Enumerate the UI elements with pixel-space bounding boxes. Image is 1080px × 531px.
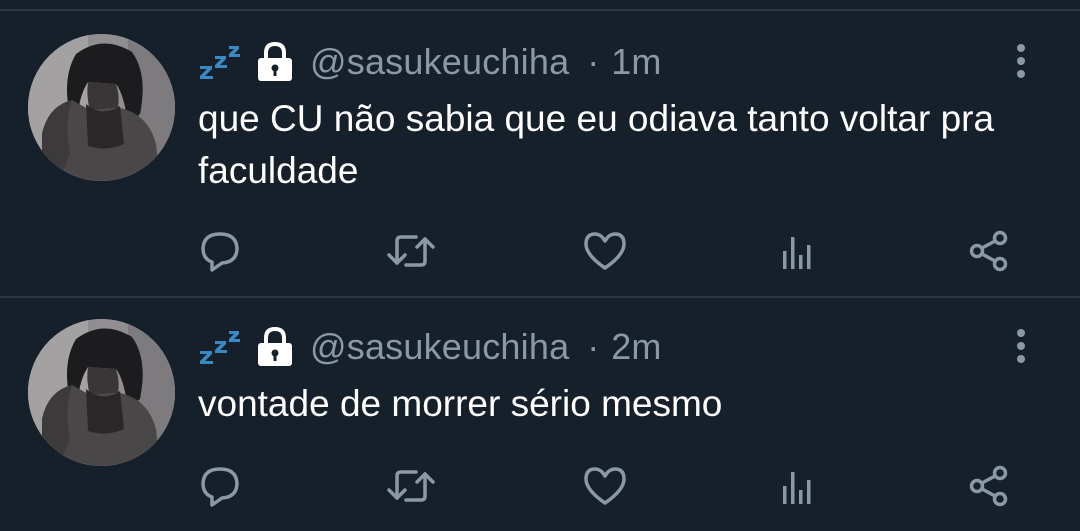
share-icon (969, 465, 1008, 507)
share-icon (969, 230, 1008, 272)
reply-icon (201, 232, 239, 272)
retweet-button[interactable] (386, 226, 436, 276)
reply-icon (201, 467, 239, 507)
avatar-photo (28, 319, 175, 466)
share-button[interactable] (964, 226, 1014, 276)
views-icon (783, 237, 811, 269)
zzz-emoji-icon (200, 331, 240, 364)
separator-dot: · (587, 41, 600, 82)
retweet-icon (387, 470, 435, 502)
like-button[interactable] (580, 461, 630, 511)
lock-emoji-icon (258, 42, 292, 81)
separator-dot: · (587, 326, 600, 367)
tweet-item[interactable]: @sasukeuchiha · 1m que CU não sabia que … (0, 11, 1080, 296)
reply-button[interactable] (195, 461, 245, 511)
user-handle[interactable]: @sasukeuchiha (310, 326, 569, 368)
tweet-header: @sasukeuchiha · 2m (198, 320, 661, 374)
like-icon (584, 467, 626, 505)
lock-emoji-icon (258, 327, 292, 366)
tweet-text: vontade de morrer sério mesmo (198, 383, 723, 424)
like-button[interactable] (580, 226, 630, 276)
views-button[interactable] (772, 461, 822, 511)
avatar[interactable] (28, 319, 175, 466)
avatar-photo (28, 34, 175, 181)
more-options-icon[interactable] (1006, 326, 1036, 366)
reply-button[interactable] (195, 226, 245, 276)
tweet-text: que CU não sabia que eu odiava tanto vol… (198, 98, 995, 191)
more-options-icon[interactable] (1006, 41, 1036, 81)
tweet-header: @sasukeuchiha · 1m (198, 35, 661, 89)
views-button[interactable] (772, 226, 822, 276)
zzz-emoji-icon (200, 46, 240, 79)
retweet-icon (387, 235, 435, 267)
timestamp[interactable]: 2m (611, 326, 661, 368)
user-handle[interactable]: @sasukeuchiha (310, 41, 569, 83)
retweet-button[interactable] (386, 461, 436, 511)
avatar[interactable] (28, 34, 175, 181)
views-icon (783, 472, 811, 504)
tweet-item[interactable]: @sasukeuchiha · 2m vontade de morrer sér… (0, 298, 1080, 531)
like-icon (584, 232, 626, 270)
share-button[interactable] (964, 461, 1014, 511)
timestamp[interactable]: 1m (611, 41, 661, 83)
